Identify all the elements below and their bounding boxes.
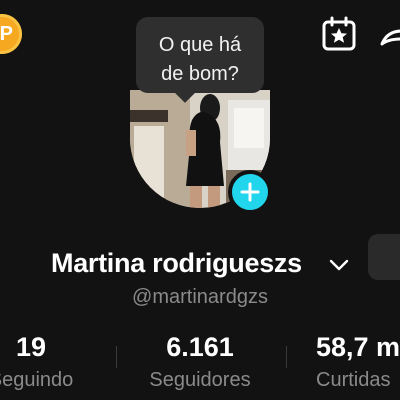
coin-icon[interactable]: P — [0, 14, 22, 54]
profile-screen: P O que há de bom? Martina rodrigueszs @… — [0, 0, 400, 400]
plus-icon — [240, 182, 260, 202]
likes-label: Curtidas — [316, 369, 391, 391]
chevron-down-icon[interactable] — [328, 254, 350, 276]
following-label: Seguindo — [0, 369, 74, 391]
likes-count: 58,7 m — [316, 332, 400, 362]
status-bubble[interactable]: O que há de bom? — [136, 17, 264, 93]
coin-letter: P — [0, 22, 13, 45]
stat-divider — [116, 346, 117, 368]
bubble-line-1: O que há — [158, 34, 242, 56]
stat-following[interactable]: 19 Seguindo — [0, 330, 86, 394]
stat-followers[interactable]: 6.161 Seguidores — [142, 330, 258, 394]
share-icon[interactable] — [378, 18, 400, 54]
profile-name[interactable]: Martina rodrigueszs — [51, 248, 302, 279]
followers-count: 6.161 — [166, 332, 234, 362]
stat-likes[interactable]: 58,7 m Curtidas — [316, 330, 400, 394]
profile-name-row: Martina rodrigueszs — [0, 234, 400, 284]
following-count: 19 — [15, 332, 47, 362]
calendar-star-icon[interactable] — [320, 15, 358, 53]
side-action-button[interactable] — [368, 234, 400, 280]
username: @martinardgzs — [132, 286, 268, 308]
stat-divider — [286, 346, 287, 368]
followers-label: Seguidores — [149, 369, 251, 391]
bubble-line-2: de bom? — [161, 63, 239, 85]
add-story-button[interactable] — [228, 170, 272, 214]
